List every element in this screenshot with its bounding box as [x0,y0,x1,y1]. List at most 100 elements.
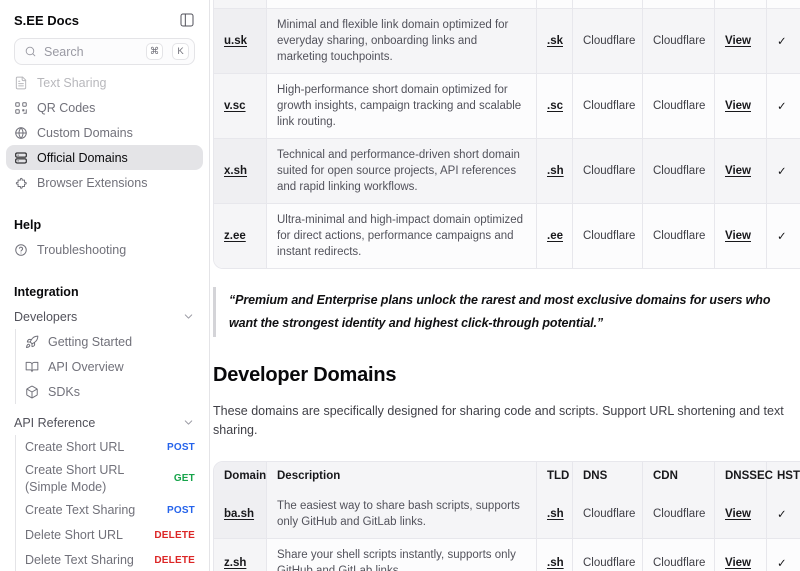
book-open-icon [25,360,39,374]
table-header-row: Domain Description TLD DNS CDN DNSSEC HS… [214,462,800,490]
sidebar-item-delete-text-sharing[interactable]: Delete Text Sharing DELETE [23,548,195,571]
tld-link[interactable]: .sk [547,35,563,47]
method-badge: POST [167,442,195,453]
domain-link[interactable]: u.sk [224,35,247,47]
col-header-tld: TLD [536,462,572,490]
sidebar-item-troubleshooting[interactable]: Troubleshooting [6,237,203,262]
tld-link[interactable]: .sh [547,508,564,520]
domain-link[interactable]: z.sh [224,557,246,569]
dnssec-view-link[interactable]: View [725,165,751,177]
dnssec-view-link[interactable]: View [725,508,751,520]
col-header-description: Description [266,462,536,490]
sidebar-item-sdks[interactable]: SDKs [23,379,195,404]
table-row-partial [214,0,800,8]
dnssec-view-link[interactable]: View [725,35,751,47]
col-header-dnssec: DNSSEC [714,462,766,490]
collapser-api-reference[interactable]: API Reference [14,410,195,435]
domain-link[interactable]: x.sh [224,165,247,177]
sidebar-item-custom-domains[interactable]: Custom Domains [6,120,203,145]
domain-description: Share your shell scripts instantly, supp… [266,538,536,571]
search-placeholder: Search [44,45,137,59]
dns-value: Cloudflare [572,73,642,138]
sidebar-item-official-domains[interactable]: Official Domains [6,145,203,170]
dns-value: Cloudflare [572,490,642,538]
developer-domains-table: Domain Description TLD DNS CDN DNSSEC HS… [213,461,800,571]
package-icon [25,385,39,399]
table-row: u.sk Minimal and flexible link domain op… [214,8,800,73]
file-text-icon [14,76,28,90]
hsts-check-mark: ✓ [766,203,800,268]
cdn-value: Cloudflare [642,538,714,571]
hsts-check-mark: ✓ [766,538,800,571]
premium-plans-quote: “Premium and Enterprise plans unlock the… [213,287,785,337]
table-row: ba.sh The easiest way to share bash scri… [214,490,800,538]
dns-value: Cloudflare [572,138,642,203]
sidebar-item-qr-codes[interactable]: QR Codes [6,95,203,120]
sidebar-item-label: Troubleshooting [37,243,126,257]
dns-value: Cloudflare [572,8,642,73]
sidebar-item-text-sharing[interactable]: Text Sharing [6,70,203,95]
sidebar-header: S.EE Docs [14,8,195,32]
tld-link[interactable]: .ee [547,230,563,242]
rocket-icon [25,335,39,349]
dnssec-view-link[interactable]: View [725,100,751,112]
sidebar-toggle-button[interactable] [179,12,195,28]
domain-description: The easiest way to share bash scripts, s… [266,490,536,538]
table-row: v.sc High-performance short domain optim… [214,73,800,138]
section-title-help: Help [14,212,195,237]
sidebar-item-api-overview[interactable]: API Overview [23,354,195,379]
shortcut-k-key: K [172,43,189,60]
table-row: z.sh Share your shell scripts instantly,… [214,538,800,571]
domain-link[interactable]: z.ee [224,230,246,242]
collapser-label: API Reference [14,416,95,430]
sidebar-item-create-text-sharing[interactable]: Create Text Sharing POST [23,498,195,523]
help-circle-icon [14,243,28,257]
sidebar-item-delete-short-url[interactable]: Delete Short URL DELETE [23,523,195,548]
hsts-check-mark: ✓ [766,8,800,73]
shortcut-cmd-key: ⌘ [146,43,163,60]
tld-link[interactable]: .sh [547,557,564,569]
puzzle-icon [14,176,28,190]
sidebar-item-label: Create Short URL (Simple Mode) [25,462,168,496]
hsts-check-mark: ✓ [766,138,800,203]
sidebar-item-label: SDKs [48,385,80,399]
col-header-cdn: CDN [642,462,714,490]
collapser-developers[interactable]: Developers [14,304,195,329]
cdn-value: Cloudflare [642,203,714,268]
sidebar-item-label: Delete Short URL [25,527,148,544]
sidebar-item-browser-extensions[interactable]: Browser Extensions [6,170,203,195]
sidebar-item-label: Browser Extensions [37,176,147,190]
sidebar-item-label: Create Text Sharing [25,502,161,519]
tld-link[interactable]: .sh [547,165,564,177]
sidebar-item-create-short-url-simple[interactable]: Create Short URL (Simple Mode) GET [23,460,195,498]
sidebar-item-getting-started[interactable]: Getting Started [23,329,195,354]
sidebar: S.EE Docs Search ⌘ K Text Sharing QR Cod… [0,0,210,571]
chevron-down-icon [182,416,195,429]
domain-link[interactable]: v.sc [224,100,246,112]
cdn-value: Cloudflare [642,73,714,138]
dns-value: Cloudflare [572,203,642,268]
sidebar-item-create-short-url[interactable]: Create Short URL POST [23,435,195,460]
domain-description: High-performance short domain optimized … [266,73,536,138]
table-row: z.ee Ultra-minimal and high-impact domai… [214,203,800,268]
tld-link[interactable]: .sc [547,100,563,112]
server-icon [14,151,28,165]
method-badge: DELETE [154,530,195,541]
domain-description: Technical and performance-driven short d… [266,138,536,203]
cdn-value: Cloudflare [642,490,714,538]
sidebar-nav: Text Sharing QR Codes Custom Domains Off… [14,70,195,195]
dnssec-view-link[interactable]: View [725,557,751,569]
sidebar-item-label: QR Codes [37,101,95,115]
hsts-check-mark: ✓ [766,73,800,138]
api-reference-sublist: Create Short URL POST Create Short URL (… [15,435,195,571]
domain-link[interactable]: ba.sh [224,508,254,520]
col-header-domain: Domain [214,462,266,490]
dnssec-view-link[interactable]: View [725,230,751,242]
app-title: S.EE Docs [14,13,79,28]
hsts-check-mark: ✓ [766,490,800,538]
cdn-value: Cloudflare [642,8,714,73]
sidebar-item-label: Text Sharing [37,76,106,90]
search-icon [24,45,37,58]
page-heading-developer-domains: Developer Domains [213,364,800,387]
search-input[interactable]: Search ⌘ K [14,38,195,65]
